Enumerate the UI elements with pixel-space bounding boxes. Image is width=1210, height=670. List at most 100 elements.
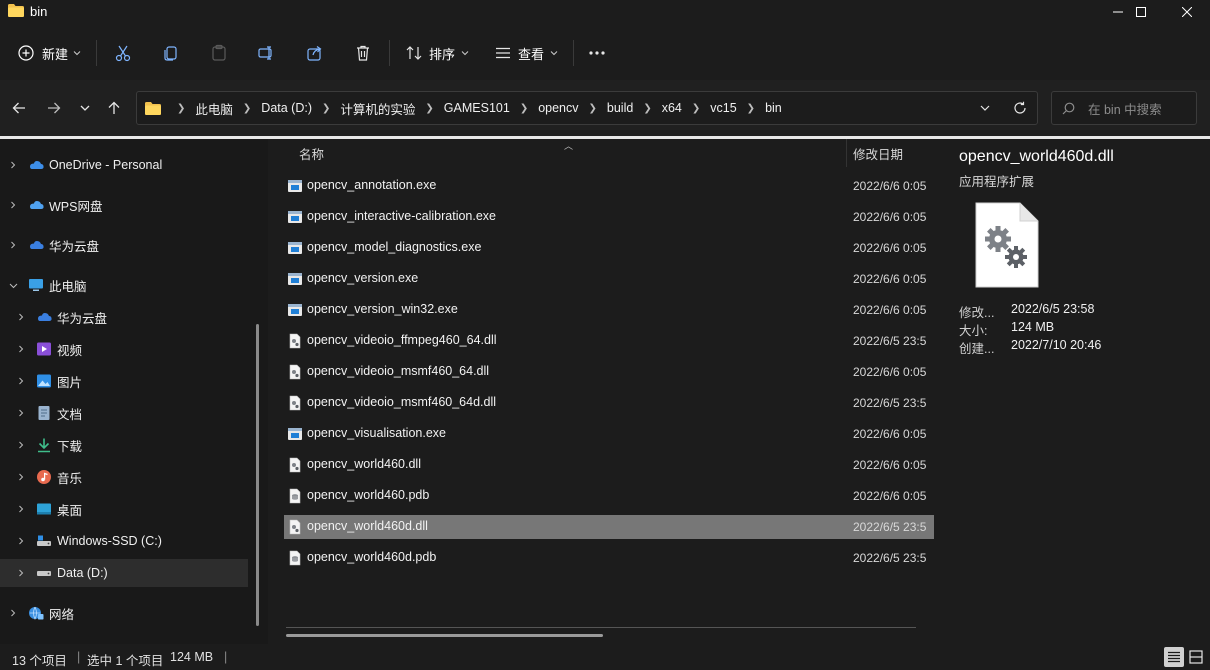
breadcrumb-item[interactable]: opencv xyxy=(538,101,578,115)
view-button[interactable]: 查看 xyxy=(495,38,558,68)
sidebar-item-videos[interactable]: 视频 xyxy=(0,335,248,363)
dll-file-icon xyxy=(287,395,303,411)
file-row[interactable]: opencv_annotation.exe 2022/6/6 0:05 xyxy=(284,174,934,198)
document-icon xyxy=(38,406,50,420)
cloud-icon xyxy=(30,201,44,209)
breadcrumb-item[interactable]: 计算机的实验 xyxy=(340,99,415,118)
sidebar-item-desktop[interactable]: 桌面 xyxy=(0,495,248,523)
sidebar-item-wps[interactable]: WPS网盘 xyxy=(0,191,248,219)
property-label-created: 创建... xyxy=(959,342,995,356)
sidebar-item-label: 视频 xyxy=(57,343,83,358)
up-button[interactable] xyxy=(102,96,126,120)
back-button[interactable] xyxy=(7,96,31,120)
new-button[interactable]: 新建 xyxy=(18,38,81,68)
column-header-modified[interactable]: 修改日期 xyxy=(853,139,903,167)
file-name: opencv_videoio_msmf460_64d.dll xyxy=(307,395,497,409)
sort-button[interactable]: 排序 xyxy=(406,38,469,68)
chevron-right-icon[interactable] xyxy=(15,439,27,451)
column-divider[interactable] xyxy=(846,139,847,167)
breadcrumb-item[interactable]: 此电脑 xyxy=(195,99,233,118)
sidebar-item-label: 此电脑 xyxy=(49,279,87,294)
file-row[interactable]: opencv_world460d.pdb 2022/6/5 23:5 xyxy=(284,546,934,570)
tiles-view-button[interactable] xyxy=(1186,647,1206,667)
file-row[interactable]: opencv_world460.pdb 2022/6/6 0:05 xyxy=(284,484,934,508)
address-history-button[interactable] xyxy=(979,102,991,117)
file-row[interactable]: opencv_videoio_msmf460_64d.dll 2022/6/5 2… xyxy=(284,391,934,415)
delete-button[interactable] xyxy=(354,38,372,68)
chevron-right-icon[interactable] xyxy=(15,343,27,355)
breadcrumb-item[interactable]: bin xyxy=(765,101,782,115)
arrow-up-icon xyxy=(108,101,120,114)
horizontal-scrollbar[interactable] xyxy=(286,634,603,637)
maximize-button[interactable] xyxy=(1118,0,1164,24)
chevron-down-icon[interactable] xyxy=(7,279,19,291)
chevron-right-icon[interactable] xyxy=(7,199,19,211)
breadcrumb-item[interactable]: x64 xyxy=(662,101,682,115)
sidebar-item-downloads[interactable]: 下载 xyxy=(0,431,248,459)
forward-button[interactable] xyxy=(42,96,66,120)
sidebar-item-drive-c[interactable]: Windows-SSD (C:) xyxy=(0,527,248,555)
chevron-right-icon[interactable] xyxy=(15,375,27,387)
sidebar-item-music[interactable]: 音乐 xyxy=(0,463,248,491)
sidebar-item-label: Windows-SSD (C:) xyxy=(57,534,162,548)
sidebar-item-huawei-cloud-pc[interactable]: 华为云盘 xyxy=(0,303,248,331)
address-bar[interactable]: ❯ 此电脑 ❯ Data (D:) ❯ 计算机的实验 ❯ GAMES101 ❯ … xyxy=(136,91,1038,125)
arrow-left-icon xyxy=(12,102,25,114)
navigation-pane: OneDrive - Personal WPS网盘 华为云盘 此电脑 华为云盘 … xyxy=(0,139,268,644)
file-row[interactable]: opencv_model_diagnostics.exe 2022/6/6 0:0… xyxy=(284,236,934,260)
paste-button[interactable] xyxy=(210,38,228,68)
sidebar-item-network[interactable]: 网络 xyxy=(0,599,248,627)
cloud-icon xyxy=(30,241,44,249)
file-row[interactable]: opencv_version_win32.exe 2022/6/6 0:05 xyxy=(284,298,934,322)
chevron-down-icon xyxy=(80,105,90,111)
chevron-right-icon[interactable] xyxy=(15,407,27,419)
sidebar-scrollbar[interactable] xyxy=(256,324,259,626)
details-view-button[interactable] xyxy=(1164,647,1184,667)
property-value-modified: 2022/6/5 23:58 xyxy=(1011,302,1095,316)
rename-button[interactable] xyxy=(257,38,275,68)
file-row[interactable]: opencv_version.exe 2022/6/6 0:05 xyxy=(284,267,934,291)
sidebar-item-onedrive[interactable]: OneDrive - Personal xyxy=(0,151,248,179)
file-row[interactable]: opencv_videoio_msmf460_64.dll 2022/6/6 0:… xyxy=(284,360,934,384)
share-button[interactable] xyxy=(306,38,324,68)
recent-locations-button[interactable] xyxy=(73,96,97,120)
chevron-right-icon[interactable] xyxy=(15,535,27,547)
sort-icon xyxy=(406,46,422,60)
sidebar-item-documents[interactable]: 文档 xyxy=(0,399,248,427)
dll-file-icon xyxy=(287,457,303,473)
search-input[interactable]: 在 bin 中搜索 xyxy=(1051,91,1197,125)
chevron-right-icon[interactable] xyxy=(7,239,19,251)
close-button[interactable] xyxy=(1164,0,1210,24)
file-row[interactable]: opencv_visualisation.exe 2022/6/6 0:05 xyxy=(284,422,934,446)
chevron-right-icon[interactable] xyxy=(7,607,19,619)
horizontal-scroll-track[interactable] xyxy=(286,627,916,628)
file-row[interactable]: opencv_interactive-calibration.exe 2022/6… xyxy=(284,205,934,229)
sidebar-item-label: OneDrive - Personal xyxy=(49,158,163,172)
column-header-name[interactable]: 名称 xyxy=(299,139,324,167)
breadcrumb-separator-icon: ❯ xyxy=(177,102,186,114)
chevron-right-icon[interactable] xyxy=(7,159,19,171)
sidebar-item-label: Data (D:) xyxy=(57,566,108,580)
breadcrumb-item[interactable]: GAMES101 xyxy=(444,101,510,115)
sidebar-item-this-pc[interactable]: 此电脑 xyxy=(0,271,248,299)
chevron-right-icon[interactable] xyxy=(15,503,27,515)
cut-button[interactable] xyxy=(114,38,132,68)
breadcrumb-item[interactable]: build xyxy=(607,101,633,115)
sidebar-item-pictures[interactable]: 图片 xyxy=(0,367,248,395)
sidebar-item-huawei-cloud[interactable]: 华为云盘 xyxy=(0,231,248,259)
file-row[interactable]: opencv_videoio_ffmpeg460_64.dll 2022/6/5 … xyxy=(284,329,934,353)
chevron-right-icon[interactable] xyxy=(15,567,27,579)
download-icon xyxy=(38,438,50,453)
cloud-icon xyxy=(38,313,52,321)
copy-button[interactable] xyxy=(162,38,180,68)
chevron-right-icon[interactable] xyxy=(15,311,27,323)
file-name: opencv_interactive-calibration.exe xyxy=(307,209,496,223)
file-row[interactable]: opencv_world460.dll 2022/6/6 0:05 xyxy=(284,453,934,477)
refresh-button[interactable] xyxy=(1013,101,1027,118)
breadcrumb-item[interactable]: vc15 xyxy=(710,101,736,115)
sidebar-item-drive-d[interactable]: Data (D:) xyxy=(0,559,248,587)
breadcrumb-item[interactable]: Data (D:) xyxy=(261,101,312,115)
chevron-right-icon[interactable] xyxy=(15,471,27,483)
file-row[interactable]: opencv_world460d.dll 2022/6/5 23:5 xyxy=(284,515,934,539)
more-button[interactable] xyxy=(588,38,606,68)
